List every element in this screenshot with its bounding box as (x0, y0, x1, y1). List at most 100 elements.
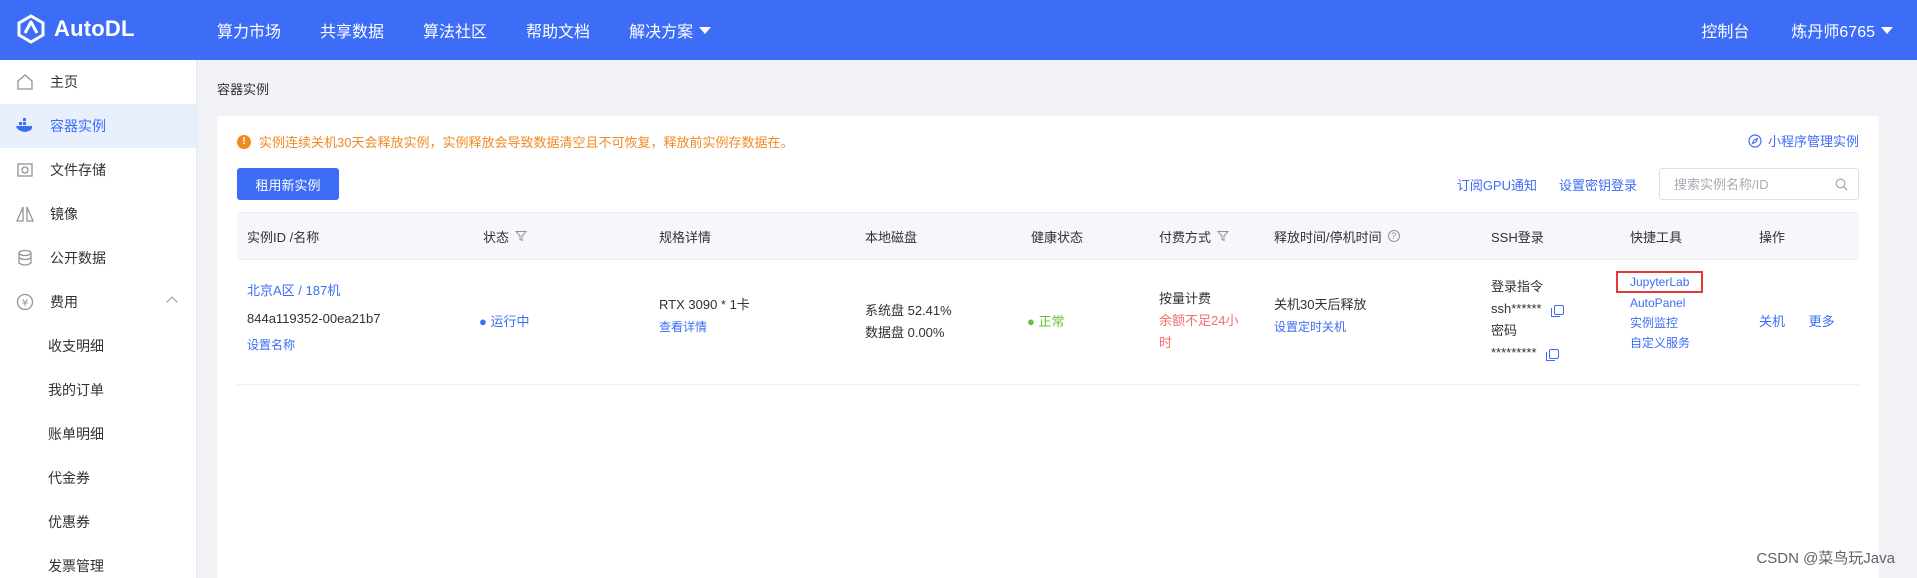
compass-icon (1748, 133, 1762, 148)
chevron-down-icon (1881, 26, 1893, 34)
status-dot-icon: ● (479, 314, 487, 329)
sidebar-item-label: 文件存储 (50, 162, 106, 178)
jupyterlab-link[interactable]: JupyterLab (1616, 271, 1704, 293)
shutdown-button[interactable]: 关机 (1759, 314, 1785, 329)
nav-item-compute-market[interactable]: 算力市场 (217, 18, 281, 42)
password-value: ********* (1491, 345, 1537, 360)
header-release-time: 释放时间/停机时间 ? (1274, 227, 1400, 246)
database-icon (14, 247, 36, 269)
filter-icon[interactable] (515, 230, 528, 242)
custom-service-link[interactable]: 自定义服务 (1616, 333, 1703, 353)
autopanel-link[interactable]: AutoPanel (1616, 293, 1703, 313)
nav-item-solutions[interactable]: 解决方案 (629, 18, 712, 42)
password-row: ********* (1491, 342, 1564, 364)
release-notice: ! 实例连续关机30天会释放实例，实例释放会导致数据清空且不可恢复，释放前实例存… (237, 132, 793, 151)
header-ssh: SSH登录 (1491, 229, 1544, 245)
sidebar-item-label: 镜像 (50, 206, 78, 222)
table-header: 实例ID /名称 状态 规格详情 本地磁盘 健康状态 付费方式 释放时间/停机时… (237, 212, 1859, 260)
instance-region-name[interactable]: 北京A区 / 187机 (247, 280, 381, 302)
set-name-link[interactable]: 设置名称 (247, 334, 381, 356)
sidebar-subitem-vouchers[interactable]: 代金券 (0, 456, 196, 500)
sidebar-subitem-invoice[interactable]: 发票管理 (0, 544, 196, 578)
instance-monitor-link[interactable]: 实例监控 (1616, 313, 1703, 333)
actions-cell: 关机 更多 (1759, 311, 1835, 333)
logo[interactable]: AutoDL (16, 14, 135, 44)
toolbar-right: 订阅GPU通知 设置密钥登录 (1457, 168, 1859, 200)
nav-item-shared-data[interactable]: 共享数据 (320, 18, 384, 42)
health-text: 正常 (1038, 314, 1065, 329)
search-input[interactable] (1674, 176, 1834, 192)
header-billing[interactable]: 付费方式 (1159, 227, 1230, 246)
svg-text:¥: ¥ (22, 298, 28, 309)
sidebar-subitem-my-orders[interactable]: 我的订单 (0, 368, 196, 412)
health-badge: ● 正常 (1027, 311, 1065, 333)
ssh-command-row: ssh****** (1491, 298, 1564, 320)
user-menu[interactable]: 炼丹师6765 (1791, 18, 1893, 42)
instance-id-cell: 北京A区 / 187机 844a119352-00ea21b7 设置名称 (247, 280, 381, 356)
ssh-cell: 登录指令 ssh****** 密码 ********* (1491, 276, 1564, 364)
top-navbar: AutoDL 算力市场 共享数据 算法社区 帮助文档 解决方案 控制台 炼丹师6… (0, 0, 1917, 60)
sidebar: 主页 容器实例 文件存储 镜像 公开数据 ¥ 费用 收支明细 我的订单 账单明细… (0, 60, 197, 578)
instance-table: 实例ID /名称 状态 规格详情 本地磁盘 健康状态 付费方式 释放时间/停机时… (237, 212, 1859, 385)
rent-new-instance-button[interactable]: 租用新实例 (237, 168, 339, 200)
watermark: CSDN @菜鸟玩Java (1756, 550, 1895, 567)
password-label: 密码 (1491, 323, 1518, 338)
release-text: 关机30天后释放 (1274, 297, 1367, 312)
ssh-command-label: 登录指令 (1491, 279, 1544, 294)
more-button[interactable]: 更多 (1809, 314, 1835, 329)
subscribe-gpu-link[interactable]: 订阅GPU通知 (1457, 175, 1537, 194)
page-title: 容器实例 (217, 82, 270, 97)
status-text: 运行中 (490, 314, 530, 329)
filter-icon[interactable] (1217, 230, 1230, 242)
sidebar-item-public-data[interactable]: 公开数据 (0, 236, 196, 280)
header-release-time-label: 释放时间/停机时间 (1274, 229, 1382, 245)
set-key-login-link[interactable]: 设置密钥登录 (1559, 175, 1637, 194)
header-instance-id: 实例ID /名称 (247, 229, 320, 245)
sidebar-subitem-bill-details[interactable]: 账单明细 (0, 412, 196, 456)
status-badge: ● 运行中 (479, 311, 530, 333)
chevron-down-icon (699, 26, 712, 34)
header-spec: 规格详情 (659, 229, 712, 245)
sidebar-item-file-storage[interactable]: 文件存储 (0, 148, 196, 192)
ssh-command-value: ssh****** (1491, 301, 1542, 316)
copy-icon[interactable] (1550, 304, 1564, 317)
sidebar-item-billing[interactable]: ¥ 费用 (0, 280, 196, 324)
nav-item-algorithm-community[interactable]: 算法社区 (423, 18, 487, 42)
mini-program-link[interactable]: 小程序管理实例 (1748, 131, 1859, 150)
disk-cell: 系统盘 52.41% 数据盘 0.00% (865, 300, 952, 344)
notice-text: 实例连续关机30天会释放实例，实例释放会导致数据清空且不可恢复，释放前实例存数据… (259, 135, 794, 150)
view-details-link[interactable]: 查看详情 (659, 316, 750, 338)
top-right-area: 控制台 炼丹师6765 (1701, 0, 1893, 60)
header-status[interactable]: 状态 (483, 227, 528, 246)
sidebar-subitem-coupons[interactable]: 优惠券 (0, 500, 196, 544)
balance-warning-line1: 余额不足24小 (1159, 313, 1239, 328)
console-link[interactable]: 控制台 (1701, 18, 1749, 42)
header-quick-tools: 快捷工具 (1630, 229, 1683, 245)
sidebar-subitem-income-expense[interactable]: 收支明细 (0, 324, 196, 368)
sidebar-item-container-instances[interactable]: 容器实例 (0, 104, 196, 148)
set-shutdown-link[interactable]: 设置定时关机 (1274, 316, 1366, 338)
billing-cell: 按量计费 余额不足24小 时 (1159, 288, 1238, 354)
nav-item-help-docs[interactable]: 帮助文档 (526, 18, 590, 42)
data-disk-usage: 数据盘 0.00% (865, 325, 945, 340)
instance-id: 844a119352-00ea21b7 (247, 311, 381, 326)
logo-text: AutoDL (54, 16, 135, 41)
sidebar-item-label: 费用 (50, 294, 78, 310)
sidebar-item-mirror[interactable]: 镜像 (0, 192, 196, 236)
table-row: 北京A区 / 187机 844a119352-00ea21b7 设置名称 ● 运… (237, 260, 1859, 385)
username: 炼丹师6765 (1791, 24, 1875, 41)
help-icon[interactable]: ? (1387, 230, 1400, 242)
sidebar-item-label: 容器实例 (50, 118, 106, 134)
yen-icon: ¥ (14, 291, 36, 313)
copy-icon[interactable] (1545, 348, 1559, 361)
header-local-disk: 本地磁盘 (865, 229, 918, 245)
header-billing-label: 付费方式 (1159, 229, 1212, 245)
home-icon (14, 71, 36, 93)
sidebar-item-home[interactable]: 主页 (0, 60, 196, 104)
instance-panel: ! 实例连续关机30天会释放实例，实例释放会导致数据清空且不可恢复，释放前实例存… (217, 116, 1879, 578)
nav-item-solutions-label: 解决方案 (629, 24, 694, 41)
billing-type: 按量计费 (1159, 291, 1212, 306)
search-box (1659, 168, 1859, 200)
sidebar-item-label: 公开数据 (50, 250, 106, 266)
search-icon[interactable] (1835, 178, 1848, 191)
